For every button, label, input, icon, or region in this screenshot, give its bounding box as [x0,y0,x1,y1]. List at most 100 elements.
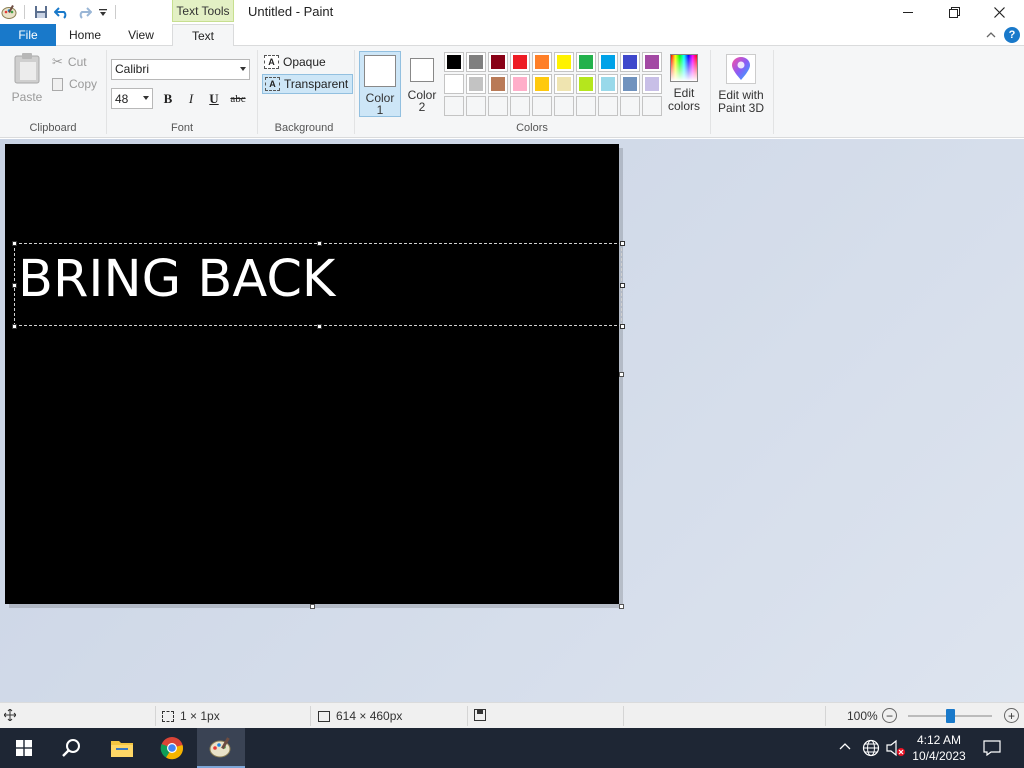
status-separator [310,706,311,726]
network-icon[interactable] [862,739,880,760]
copy-button[interactable]: Copy [52,77,97,91]
palette-color-swatch[interactable] [576,52,596,72]
font-family-dropdown[interactable]: Calibri [111,59,250,80]
palette-custom-slot[interactable] [620,96,640,116]
paste-button[interactable]: Paste [8,52,46,104]
text-resize-handle[interactable] [620,283,625,288]
palette-custom-slot[interactable] [598,96,618,116]
group-separator [354,50,355,134]
palette-color-swatch[interactable] [598,52,618,72]
text-resize-handle[interactable] [12,324,17,329]
palette-color-swatch[interactable] [444,52,464,72]
palette-color-swatch[interactable] [642,52,662,72]
palette-color-swatch[interactable] [532,74,552,94]
bold-button[interactable]: B [158,90,178,108]
tab-text[interactable]: Text [172,24,234,47]
edit-with-paint3d-button[interactable]: Edit with Paint 3D [715,54,767,115]
palette-color-swatch[interactable] [554,52,574,72]
text-resize-handle[interactable] [620,241,625,246]
palette-custom-slot[interactable] [510,96,530,116]
minimize-button[interactable] [885,0,931,24]
chrome-button[interactable] [148,728,196,768]
palette-color-swatch[interactable] [510,74,530,94]
paint-taskbar-button[interactable] [197,728,245,768]
drawing-canvas[interactable] [5,144,619,604]
palette-custom-slot[interactable] [444,96,464,116]
edit-colors-label: Edit colors [667,86,700,113]
paint3d-label: Edit with Paint 3D [717,88,765,115]
redo-icon[interactable] [75,3,93,21]
swatch-fill [447,55,461,69]
palette-color-swatch[interactable] [466,74,486,94]
palette-custom-slot[interactable] [576,96,596,116]
palette-color-swatch[interactable] [466,52,486,72]
canvas-resize-handle-corner[interactable] [619,604,624,609]
notifications-icon[interactable] [983,740,1001,759]
palette-custom-slot[interactable] [642,96,662,116]
palette-color-swatch[interactable] [642,74,662,94]
customize-quick-access-icon[interactable] [96,3,110,21]
show-hidden-icons-icon[interactable] [838,740,852,757]
font-size-dropdown[interactable]: 48 [111,88,153,109]
start-button[interactable] [0,728,48,768]
palette-color-swatch[interactable] [532,52,552,72]
strikethrough-button[interactable]: abc [228,90,248,108]
palette-color-swatch[interactable] [510,52,530,72]
save-icon[interactable] [32,3,50,21]
workspace: BRING BACK [0,139,1024,702]
palette-custom-slot[interactable] [488,96,508,116]
transparent-button[interactable]: A Transparent [262,74,354,94]
color1-button[interactable]: Color 1 [359,51,401,117]
opaque-label: Opaque [283,55,326,69]
opaque-button[interactable]: A Opaque [262,52,330,72]
swatch-fill [557,55,571,69]
palette-color-swatch[interactable] [576,74,596,94]
taskbar-clock[interactable]: 4:12 AM 10/4/2023 [904,732,974,764]
search-button[interactable] [48,728,96,768]
palette-color-swatch[interactable] [488,52,508,72]
undo-icon[interactable] [53,3,71,21]
volume-muted-icon[interactable] [886,739,906,760]
zoom-slider-thumb[interactable] [946,709,955,723]
color2-button[interactable]: Color 2 [401,51,443,117]
paint-app-icon[interactable] [0,3,18,21]
tab-home[interactable]: Home [60,24,110,46]
palette-color-swatch[interactable] [444,74,464,94]
zoom-out-button[interactable]: − [882,708,897,723]
text-resize-handle[interactable] [12,241,17,246]
text-resize-handle[interactable] [12,283,17,288]
palette-color-swatch[interactable] [554,74,574,94]
collapse-ribbon-icon[interactable] [984,28,998,42]
palette-color-swatch[interactable] [620,74,640,94]
underline-button[interactable]: U [204,90,224,108]
palette-custom-slot[interactable] [466,96,486,116]
windows-icon [16,740,32,756]
tab-file[interactable]: File [0,24,56,46]
colors-group-label: Colors [516,122,548,134]
palette-custom-slot[interactable] [554,96,574,116]
close-button[interactable] [976,0,1022,24]
cut-button[interactable]: ✂ Cut [52,54,87,70]
text-resize-handle[interactable] [317,324,322,329]
edit-colors-button[interactable]: Edit colors [665,54,703,113]
qa-separator [24,5,25,19]
italic-button[interactable]: I [181,90,201,108]
palette-custom-slot[interactable] [532,96,552,116]
canvas-resize-handle-bottom[interactable] [310,604,315,609]
tab-view[interactable]: View [116,24,166,46]
palette-color-swatch[interactable] [620,52,640,72]
canvas-text[interactable]: BRING BACK [18,250,335,309]
text-resize-handle[interactable] [620,324,625,329]
help-icon[interactable]: ? [1004,27,1020,43]
canvas-resize-handle-right[interactable] [619,372,624,377]
palette-color-swatch[interactable] [598,74,618,94]
status-bar: 1 × 1px 614 × 460px 100% − + [0,702,1024,728]
color-spectrum-icon [670,54,698,82]
text-resize-handle[interactable] [317,241,322,246]
taskbar: 4:12 AM 10/4/2023 [0,728,1024,768]
title-bar: Text Tools Untitled - Paint [0,0,1024,24]
palette-color-swatch[interactable] [488,74,508,94]
file-explorer-button[interactable] [98,728,146,768]
zoom-in-button[interactable]: + [1004,708,1019,723]
restore-button[interactable] [931,0,977,24]
